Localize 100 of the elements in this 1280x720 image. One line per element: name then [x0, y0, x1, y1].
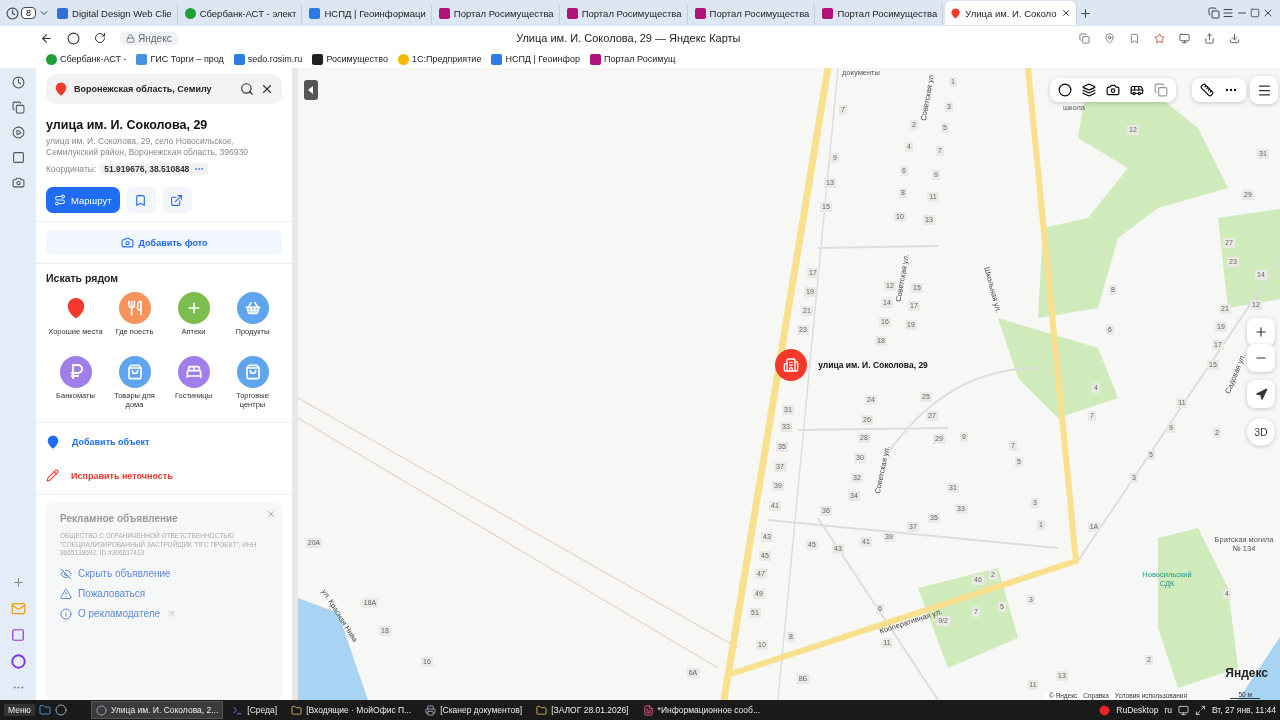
browser-tab[interactable]: Портал Росимущества	[561, 1, 688, 25]
download-icon[interactable]	[1229, 32, 1240, 44]
site-icon	[309, 7, 321, 19]
ad-link[interactable]: О рекламодателе	[60, 603, 177, 624]
search-icon[interactable]	[240, 82, 254, 96]
taskbar-item[interactable]: *Информационное сооб...	[637, 701, 765, 719]
history-icon[interactable]	[6, 6, 19, 20]
overlay-icon[interactable]	[1154, 83, 1168, 97]
site-icon	[694, 7, 706, 19]
tabs-icon[interactable]	[1208, 7, 1220, 19]
browser-tab[interactable]: Портал Росимущества	[689, 1, 816, 25]
clock[interactable]: Вт, 27 янв, 11:44	[1211, 705, 1276, 715]
taskbar-item[interactable]: [ЗАЛОГ 28.01.2026]	[531, 701, 634, 719]
bookmark-item[interactable]: 1С:Предприятие	[397, 53, 482, 65]
terminal-icon	[232, 704, 244, 716]
menu-icon[interactable]	[1222, 7, 1234, 19]
route-button[interactable]: Маршрут	[46, 187, 120, 213]
browser-tab[interactable]: Портал Росимущества	[817, 1, 944, 25]
close-icon[interactable]	[260, 82, 274, 96]
browser-tab[interactable]: Портал Росимущества	[433, 1, 560, 25]
pencil-icon	[46, 469, 59, 482]
assistant-icon[interactable]	[10, 654, 26, 669]
taskbar-item[interactable]: [Входящие · МойОфис П...	[286, 701, 417, 719]
collapse-button[interactable]	[304, 80, 318, 100]
bookmark-button[interactable]	[125, 187, 156, 213]
maximize-icon[interactable]	[1250, 8, 1260, 18]
bookmark-item[interactable]: sedo.rosim.ru	[233, 53, 303, 65]
browser-tab[interactable]: Улица им. И. Соколо	[945, 1, 1077, 25]
lock-icon	[126, 33, 135, 43]
action-link[interactable]: Добавить объект	[46, 425, 150, 459]
app-icon[interactable]	[1099, 704, 1111, 716]
share-button[interactable]	[161, 187, 192, 213]
folder-icon	[536, 704, 548, 716]
route-icon	[54, 194, 66, 206]
caret-left-icon	[308, 86, 314, 94]
tab-counter[interactable]: 8	[21, 7, 36, 19]
3d-button[interactable]: 3D	[1247, 418, 1275, 446]
start-menu[interactable]: Меню	[4, 704, 35, 716]
reload-icon[interactable]	[94, 32, 106, 44]
site-icon	[46, 53, 57, 65]
search-field[interactable]: Воронежская область, Семилу	[46, 74, 282, 104]
bookmark-item[interactable]: ГИС Торги – прод	[136, 53, 224, 65]
display-icon[interactable]	[1177, 704, 1189, 716]
site-icon	[184, 7, 196, 19]
layers-icon[interactable]	[1082, 83, 1096, 97]
site-icon	[57, 7, 68, 19]
eye-off-icon	[60, 567, 72, 580]
collections-icon[interactable]	[11, 101, 25, 114]
language-indicator[interactable]: ru	[1164, 705, 1172, 715]
square-icon[interactable]	[11, 151, 25, 164]
taskbar-item[interactable]: [Среда]	[227, 701, 283, 719]
zoom-in-button[interactable]	[1247, 318, 1275, 346]
bookmark-item[interactable]: Сбербанк-АСТ -	[46, 53, 127, 65]
bookmark-item[interactable]: Росимущество	[312, 53, 388, 65]
map-logo: Яндекс	[1225, 666, 1268, 680]
bus-icon[interactable]	[1130, 83, 1144, 97]
back-icon[interactable]	[40, 31, 53, 45]
bookmark-item[interactable]: НСПД | Геоинфор	[491, 53, 580, 65]
browser-tab[interactable]: НСПД | Геоинформаци	[304, 1, 432, 25]
marker-label: улица им. И. Соколова, 29	[818, 361, 928, 371]
ruler-icon[interactable]	[1200, 83, 1214, 97]
ad-title: Рекламное объявление	[60, 513, 179, 524]
map-pin-icon	[950, 7, 962, 19]
circle-icon[interactable]	[1058, 83, 1072, 97]
close-icon[interactable]	[1262, 7, 1274, 19]
menu-icon	[1256, 82, 1272, 98]
menu-button[interactable]	[1250, 76, 1278, 104]
extension-icon[interactable]	[1154, 32, 1165, 44]
folder-icon[interactable]	[39, 704, 51, 716]
share-icon[interactable]	[1204, 32, 1215, 44]
camera-icon[interactable]	[1106, 83, 1120, 97]
bookmark-item[interactable]: Портал Росимущ	[590, 53, 676, 65]
locate-button[interactable]	[1247, 380, 1275, 408]
screen-icon[interactable]	[1179, 32, 1190, 44]
close-icon[interactable]	[1060, 8, 1071, 18]
search-input[interactable]: Воронежская область, Семилу	[74, 84, 234, 94]
browser-tab[interactable]: Сбербанк-АСТ - элект	[179, 1, 303, 25]
bookmark-icon[interactable]	[1129, 32, 1140, 44]
folder-icon	[291, 704, 303, 716]
bag-icon	[126, 364, 143, 380]
play-icon[interactable]	[11, 126, 25, 139]
history-icon[interactable]	[11, 76, 25, 89]
app-icon[interactable]	[11, 628, 25, 642]
taskbar-item[interactable]: [Сканер документов]	[420, 701, 528, 719]
tray-app-label[interactable]: RuDesktop	[1116, 705, 1159, 715]
location-marker[interactable]	[775, 349, 807, 381]
taskbar-item[interactable]: Улица им. И. Соколова, 2...	[91, 701, 224, 719]
location-icon[interactable]	[1104, 32, 1115, 44]
action-link[interactable]: Исправить неточность	[46, 459, 173, 492]
new-tab-icon[interactable]	[1078, 6, 1092, 20]
address-field[interactable]: Яндекс	[120, 31, 178, 45]
external-icon	[166, 608, 177, 619]
copy-icon[interactable]	[1079, 32, 1090, 44]
coordinates-value[interactable]: 51.919676, 38.510848	[100, 163, 209, 175]
site-icon	[438, 7, 450, 19]
add-photo-button[interactable]: Добавить фото	[46, 230, 282, 255]
add-icon[interactable]	[11, 576, 25, 589]
map-pin-icon	[54, 82, 68, 96]
section-title: Искать рядом	[46, 272, 120, 284]
browser-tab[interactable]: Digital Design Web Clie	[52, 1, 178, 25]
